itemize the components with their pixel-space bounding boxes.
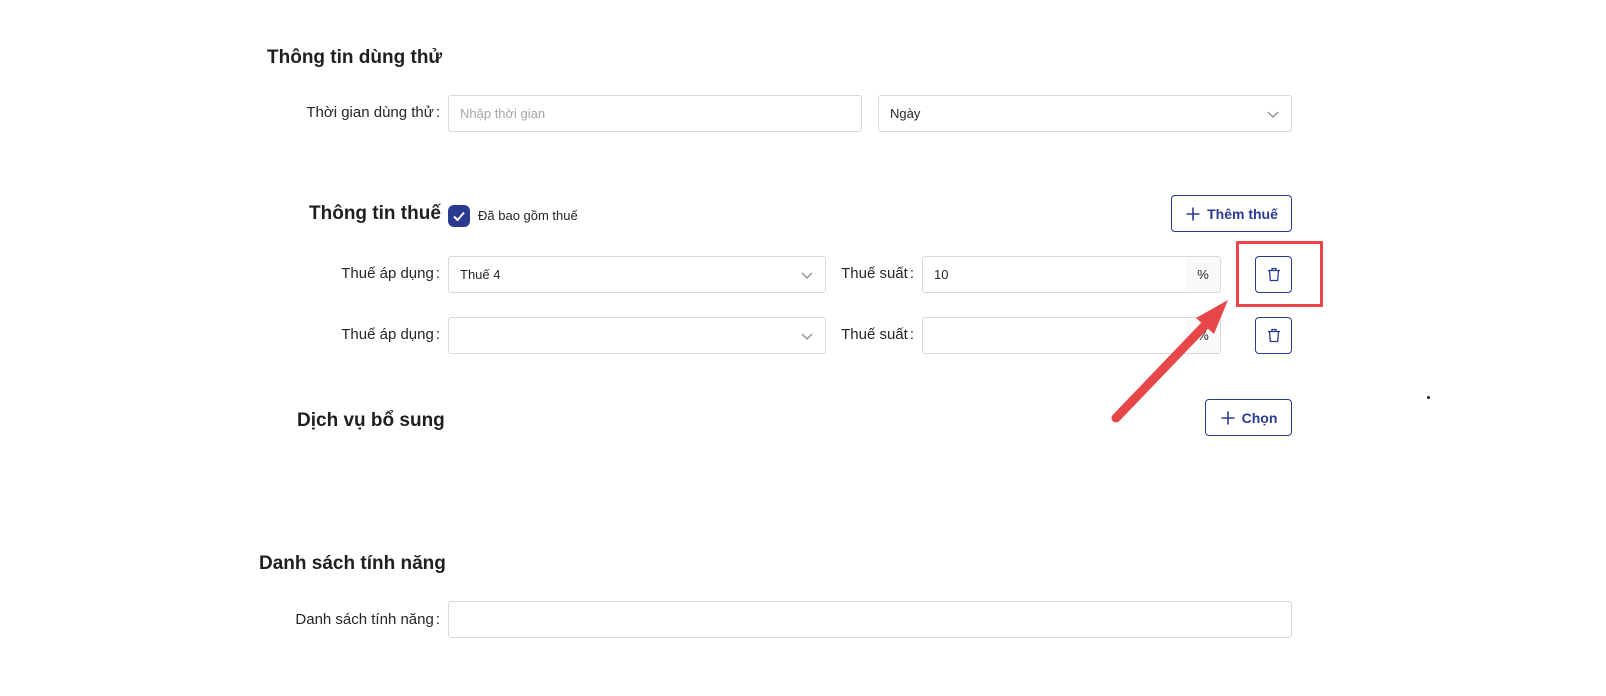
choose-service-button[interactable]: Chọn xyxy=(1205,399,1292,436)
tax-rate-value: 10 xyxy=(934,267,949,282)
trash-icon xyxy=(1267,328,1280,343)
percent-addon: % xyxy=(1186,256,1221,293)
trial-duration-label: Thời gian dùng thử xyxy=(260,104,440,121)
features-list-input[interactable] xyxy=(448,601,1292,638)
tax-rate-label: Thuế suất xyxy=(830,265,914,282)
tax-apply-select[interactable] xyxy=(448,317,826,354)
chevron-down-icon xyxy=(801,272,813,279)
trial-duration-placeholder: Nhập thời gian xyxy=(460,106,546,121)
tax-included-checkbox[interactable] xyxy=(448,205,470,227)
features-list-label: Danh sách tính năng xyxy=(260,611,440,628)
delete-tax-button[interactable] xyxy=(1255,317,1292,354)
annotation-highlight-box xyxy=(1236,241,1323,307)
chevron-down-icon xyxy=(801,333,813,340)
tax-apply-label: Thuế áp dụng xyxy=(260,326,440,343)
dot-mark xyxy=(1427,396,1430,399)
tax-section-title: Thông tin thuế xyxy=(309,203,441,224)
plus-icon xyxy=(1186,207,1200,220)
tax-rate-input[interactable]: 10 xyxy=(922,256,1187,293)
tax-apply-value: Thuế 4 xyxy=(460,267,501,282)
trial-unit-select[interactable]: Ngày xyxy=(878,95,1292,132)
add-tax-button[interactable]: Thêm thuế xyxy=(1171,195,1292,232)
tax-included-label: Đã bao gồm thuế xyxy=(478,208,578,223)
add-tax-button-label: Thêm thuế xyxy=(1207,205,1278,222)
check-icon xyxy=(453,211,465,222)
tax-apply-select[interactable]: Thuế 4 xyxy=(448,256,826,293)
services-section-title: Dịch vụ bổ sung xyxy=(297,410,445,431)
tax-apply-label: Thuế áp dụng xyxy=(260,265,440,282)
trial-unit-value: Ngày xyxy=(890,106,921,121)
chevron-down-icon xyxy=(1267,111,1279,118)
features-section-title: Danh sách tính năng xyxy=(259,553,446,574)
choose-service-button-label: Chọn xyxy=(1241,409,1278,426)
trial-duration-input[interactable]: Nhập thời gian xyxy=(448,95,862,132)
tax-rate-label: Thuế suất xyxy=(830,326,914,343)
plus-icon xyxy=(1221,411,1235,424)
trial-section-title: Thông tin dùng thử xyxy=(267,47,443,68)
